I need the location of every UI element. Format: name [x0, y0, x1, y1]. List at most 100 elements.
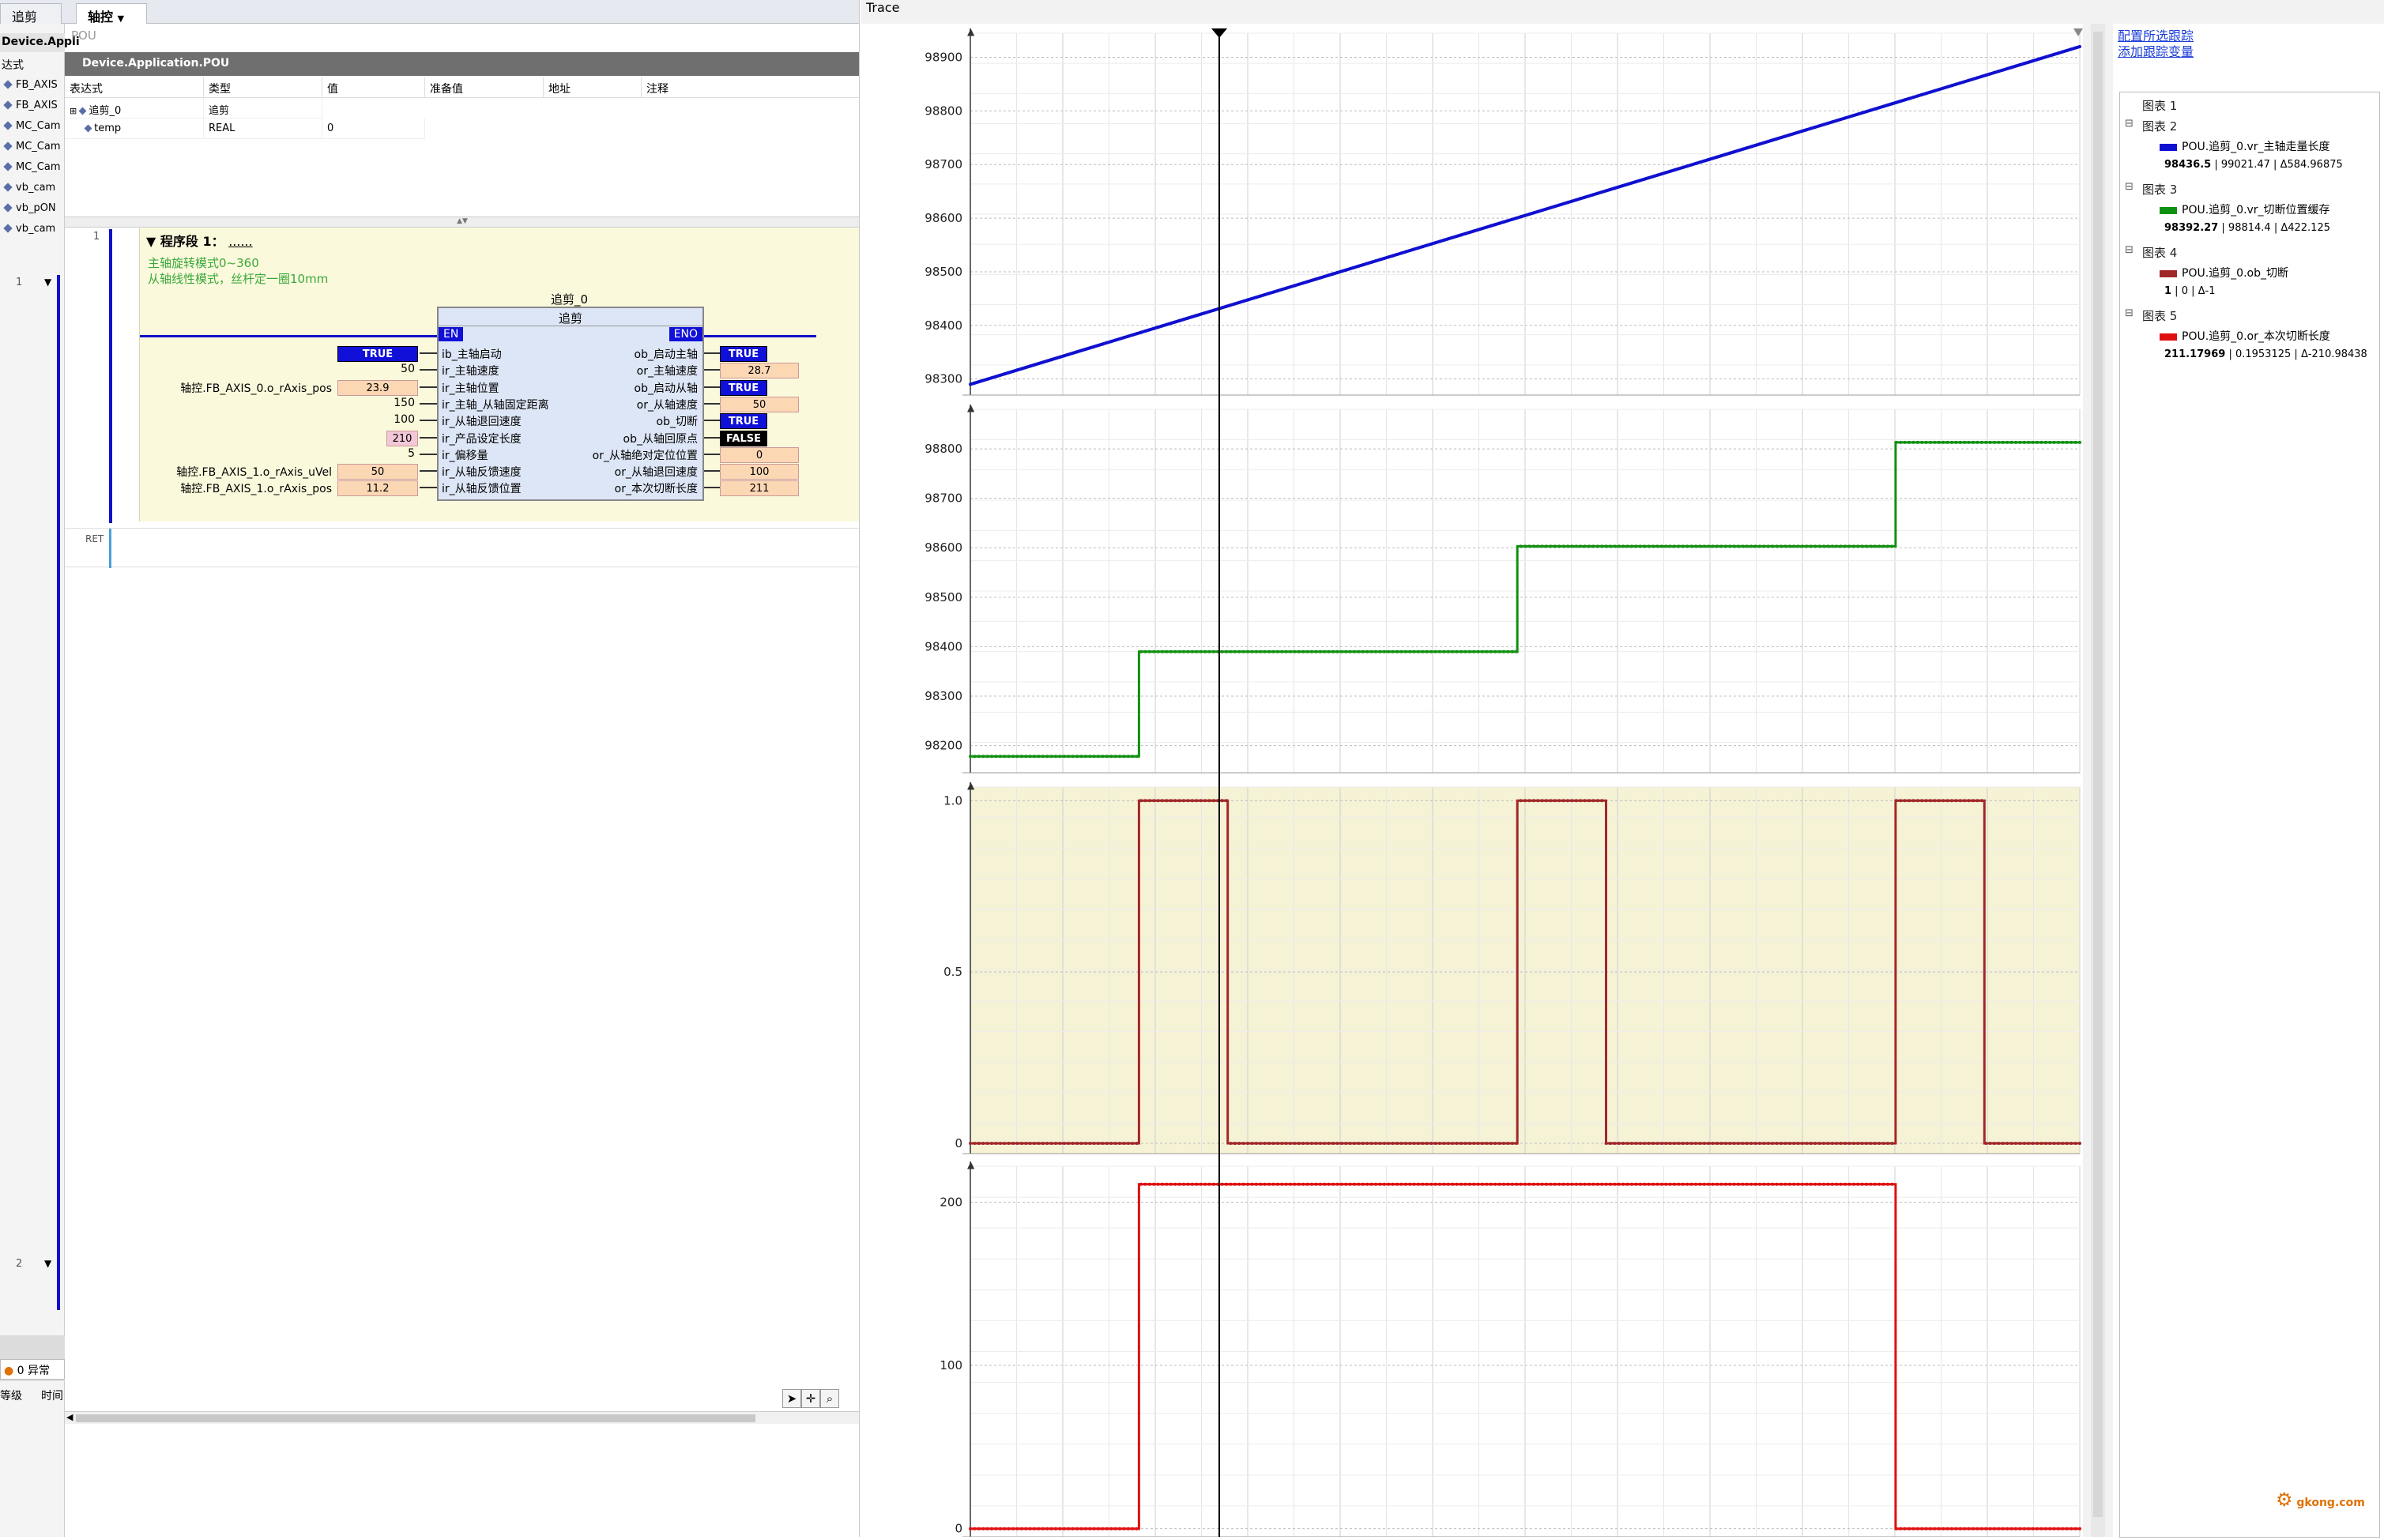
trace-plot-area[interactable]: 98300 98400 98500 98600 98700 98800 98900 ▲ 9820… — [861, 24, 2083, 1538]
table-row[interactable]: ⊞ 追剪_0 — [65, 98, 204, 119]
legend-variable[interactable]: POU.追剪_0.vr_切断位置缓存 — [2160, 201, 2330, 217]
data-point — [1003, 1142, 1007, 1145]
legend-chart-name[interactable]: 图表 5 — [2142, 307, 2177, 324]
collapse-icon[interactable]: ⊟ — [2125, 118, 2134, 130]
data-point — [2039, 56, 2043, 60]
data-point — [1826, 1182, 1830, 1186]
data-point — [1600, 799, 1604, 803]
input-value-box[interactable]: TRUE — [337, 346, 418, 362]
variable-list-item[interactable]: vb_cam — [0, 220, 65, 240]
expand-icon[interactable]: ⊞ — [70, 106, 77, 116]
collapse-icon[interactable]: ▼ — [44, 277, 51, 288]
variable-list-item[interactable]: vb_pON — [0, 199, 65, 220]
pan-icon[interactable]: ✛ — [801, 1389, 820, 1408]
add-trace-variable-link[interactable]: 添加跟踪变量 — [2118, 41, 2194, 60]
input-value-box[interactable]: 50 — [337, 464, 418, 480]
vertical-scrollbar[interactable] — [2091, 24, 2105, 1537]
legend-variable[interactable]: POU.追剪_0.vr_主轴走量长度 — [2160, 138, 2330, 154]
variable-list-item[interactable]: MC_Cam — [0, 117, 65, 137]
output-value-box[interactable]: TRUE — [720, 413, 767, 430]
scroll-thumb[interactable] — [2093, 32, 2103, 1517]
cell-value[interactable]: 0 — [322, 119, 425, 139]
collapse-icon[interactable]: ⊟ — [2125, 307, 2134, 319]
data-point — [1984, 440, 1988, 444]
table-row[interactable]: temp — [65, 119, 204, 139]
collapse-icon[interactable]: ▼ — [146, 234, 156, 249]
variable-list-item[interactable]: MC_Cam — [0, 158, 65, 179]
col-prepared[interactable]: 准备值 — [425, 77, 544, 98]
error-count[interactable]: ● 0 异常 — [0, 1359, 65, 1380]
data-point — [1207, 1182, 1211, 1186]
input-value[interactable]: 100 — [337, 413, 415, 426]
collapse-icon[interactable]: ⊟ — [2125, 244, 2134, 256]
data-point — [1677, 544, 1681, 548]
variable-list-item[interactable]: FB_AXIS — [0, 96, 65, 117]
input-variable-label[interactable]: 轴控.FB_AXIS_0.o_rAxis_pos — [180, 380, 332, 396]
data-point — [1775, 544, 1779, 548]
input-variable-label[interactable]: 轴控.FB_AXIS_1.o_rAxis_pos — [180, 480, 332, 496]
segment-name[interactable]: ...... — [228, 234, 253, 249]
collapse-icon[interactable]: ⊟ — [2125, 181, 2134, 193]
editor-tab-bar: 追剪 轴控 ▼ — [0, 0, 859, 24]
variable-list-item[interactable]: FB_AXIS — [0, 76, 65, 96]
input-value-box[interactable]: 210 — [386, 430, 418, 446]
function-block-zhuijian[interactable]: 追剪 EN ENO ib_主轴启动 ir_主轴速度 ir_主轴位置 ir_主轴_从轴固… — [437, 307, 704, 501]
data-point — [1604, 1142, 1608, 1145]
col-address[interactable]: 地址 — [544, 77, 642, 98]
data-point — [1553, 799, 1557, 803]
input-value[interactable]: 5 — [337, 447, 415, 460]
trace-charts[interactable]: 98300 98400 98500 98600 98700 98800 98900 ▲ 9820… — [861, 24, 2083, 1538]
col-comment[interactable]: 注释 — [642, 77, 859, 98]
legend-variable[interactable]: POU.追剪_0.or_本次切断长度 — [2160, 328, 2330, 344]
scroll-thumb[interactable] — [76, 1414, 755, 1422]
legend-chart-name[interactable]: 图表 2 — [2142, 118, 2177, 134]
collapse-icon[interactable]: ▼ — [44, 1258, 51, 1269]
output-value-box[interactable]: FALSE — [720, 430, 767, 446]
variable-list-item[interactable]: vb_cam — [0, 179, 65, 199]
zoom-icon[interactable]: ⌕ — [820, 1389, 839, 1408]
data-point — [1762, 141, 1766, 145]
col-value[interactable]: 值 — [322, 77, 425, 98]
col-expr[interactable]: 表达式 — [65, 77, 204, 98]
data-point — [1485, 650, 1489, 653]
data-point — [1011, 1527, 1015, 1531]
data-point — [1199, 312, 1203, 316]
tab-zhuijian[interactable]: 追剪 — [0, 3, 62, 24]
data-point — [1088, 1527, 1092, 1531]
fb-instance-name[interactable]: 追剪_0 — [551, 291, 588, 307]
ladder-network[interactable]: ▼ 程序段 1： ...... 主轴旋转模式0~360 从轴线性模式，丝杆定一圈… — [139, 228, 859, 521]
output-value-box[interactable]: 211 — [720, 480, 799, 497]
data-point — [2014, 64, 2017, 68]
chevron-down-icon[interactable]: ▼ — [118, 13, 124, 24]
col-type[interactable]: 类型 — [204, 77, 322, 98]
input-value[interactable]: 50 — [337, 363, 415, 375]
data-point — [1908, 799, 1911, 803]
data-point — [1634, 544, 1638, 548]
data-point — [1284, 286, 1288, 290]
input-value[interactable]: 150 — [337, 397, 415, 409]
data-point — [1737, 1182, 1740, 1186]
output-value-box[interactable]: 0 — [720, 446, 799, 463]
legend-chart-name[interactable]: 图表 4 — [2142, 244, 2177, 261]
input-variable-label[interactable]: 轴控.FB_AXIS_1.o_rAxis_uVel — [176, 464, 332, 480]
legend-chart-name[interactable]: 图表 1 — [2142, 97, 2177, 114]
input-value-box[interactable]: 23.9 — [337, 379, 418, 396]
data-point — [1766, 544, 1770, 548]
output-value-box[interactable]: 100 — [720, 464, 799, 480]
scroll-left-icon[interactable]: ◀ — [66, 1412, 73, 1422]
variable-list-item[interactable]: MC_Cam — [0, 137, 65, 158]
horizontal-scrollbar[interactable]: ◀ — [65, 1411, 859, 1424]
legend-variable[interactable]: POU.追剪_0.ob_切断 — [2160, 265, 2288, 281]
pane-splitter[interactable]: ▲▼ — [65, 217, 859, 228]
pointer-icon[interactable]: ➤ — [782, 1389, 801, 1408]
legend-chart-name[interactable]: 图表 3 — [2142, 181, 2177, 198]
tab-zhoukong[interactable]: 轴控 ▼ — [76, 3, 147, 24]
output-value-box[interactable]: TRUE — [720, 346, 767, 362]
output-value-box[interactable]: TRUE — [720, 379, 767, 396]
segment-header[interactable]: ▼ 程序段 1： ...... — [146, 231, 253, 250]
data-point — [1489, 1182, 1493, 1186]
input-value-box[interactable]: 11.2 — [337, 480, 418, 497]
cursor-handle-icon[interactable] — [2073, 28, 2083, 36]
output-value-box[interactable]: 28.7 — [720, 363, 799, 379]
output-value-box[interactable]: 50 — [720, 396, 799, 412]
